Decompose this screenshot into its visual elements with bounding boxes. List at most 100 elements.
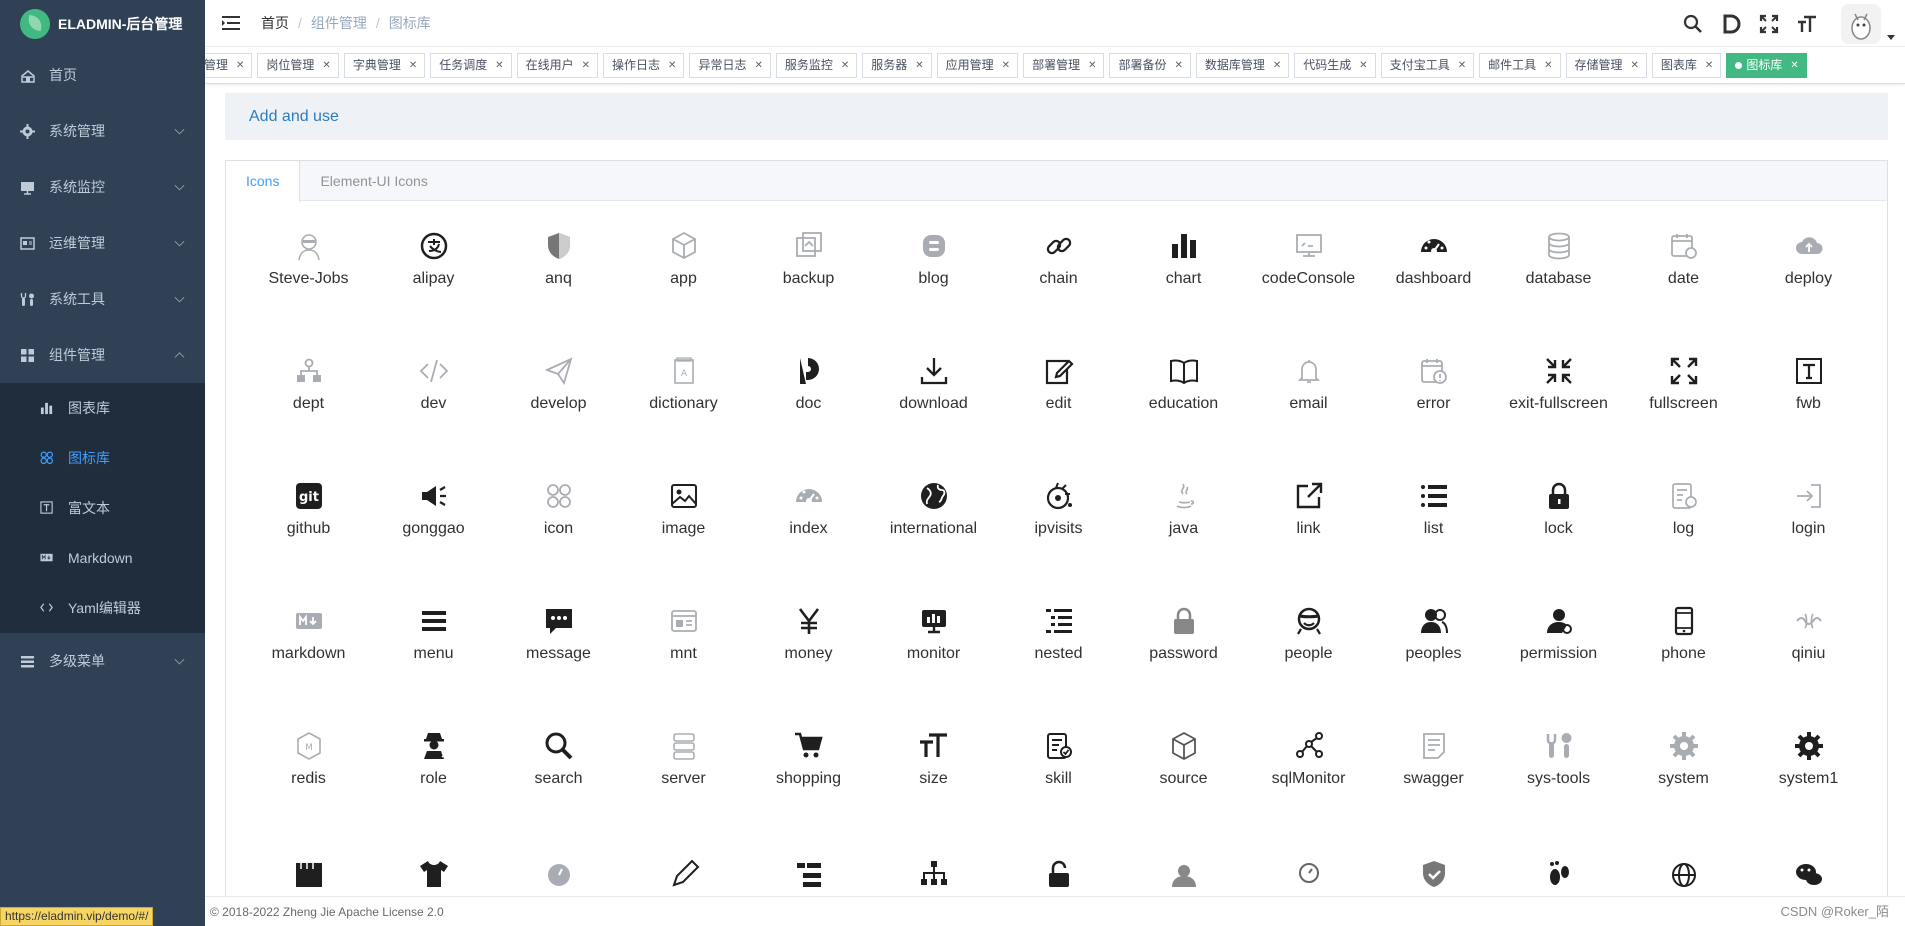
icon-cell[interactable]: nested [996,577,1121,702]
tag-13[interactable]: 数据库管理 ✕ [1195,53,1290,78]
icon-cell[interactable]: fwb [1746,327,1871,452]
icon-cell[interactable]: phone [1621,577,1746,702]
sidebar-item-6[interactable]: 组件管理 [0,327,205,383]
icon-cell[interactable] [1246,827,1371,896]
tag-6[interactable]: 操作日志 ✕ [603,53,685,78]
tag-1[interactable]: 管理 ✕ [205,53,253,78]
icon-cell[interactable] [1496,827,1621,896]
sidebar-subitem-5[interactable]: Yaml编辑器 [0,583,205,633]
icon-cell[interactable]: doc [746,327,871,452]
icon-cell[interactable] [371,827,496,896]
tag-active[interactable]: 图标库 ✕ [1726,53,1807,78]
close-icon[interactable]: ✕ [841,54,849,77]
icon-cell[interactable]: gonggao [371,452,496,577]
caret-down-icon[interactable] [1887,34,1895,40]
tag-16[interactable]: 邮件工具 ✕ [1479,53,1561,78]
tag-18[interactable]: 图表库 ✕ [1651,53,1722,78]
tab-element-ui-icons[interactable]: Element-UI Icons [300,161,447,201]
icon-cell[interactable] [871,827,996,896]
icon-cell[interactable]: system [1621,702,1746,827]
icon-cell[interactable]: download [871,327,996,452]
close-icon[interactable]: ✕ [1359,54,1367,77]
icon-cell[interactable]: error [1371,327,1496,452]
close-icon[interactable]: ✕ [495,54,503,77]
icon-cell[interactable]: link [1246,452,1371,577]
breadcrumb-home[interactable]: 首页 [261,13,289,33]
icon-cell[interactable]: source [1121,702,1246,827]
close-icon[interactable]: ✕ [582,54,590,77]
icon-cell[interactable]: ipvisits [996,452,1121,577]
icon-cell[interactable]: shopping [746,702,871,827]
tag-9[interactable]: 服务器 ✕ [862,53,932,78]
icon-cell[interactable]: system1 [1746,702,1871,827]
sidebar-subitem-3[interactable]: 富文本 [0,483,205,533]
icon-cell[interactable]: deploy [1746,202,1871,327]
icon-cell[interactable]: monitor [871,577,996,702]
hamburger-icon[interactable] [221,13,241,33]
icon-cell[interactable] [1121,827,1246,896]
icon-cell[interactable]: permission [1496,577,1621,702]
close-icon[interactable]: ✕ [1273,54,1281,77]
icon-cell[interactable]: fullscreen [1621,327,1746,452]
icon-cell[interactable]: database [1496,202,1621,327]
icon-cell[interactable]: message [496,577,621,702]
close-icon[interactable]: ✕ [1705,54,1713,77]
icon-cell[interactable]: skill [996,702,1121,827]
icon-cell[interactable]: password [1121,577,1246,702]
icon-cell[interactable]: dashboard [1371,202,1496,327]
tag-14[interactable]: 代码生成 ✕ [1294,53,1376,78]
icon-cell[interactable]: email [1246,327,1371,452]
icon-cell[interactable]: alipay [371,202,496,327]
icon-cell[interactable] [496,827,621,896]
icon-cell[interactable] [1371,827,1496,896]
close-icon[interactable]: ✕ [1544,54,1552,77]
tag-8[interactable]: 服务监控 ✕ [775,53,858,78]
sidebar-item-multilevel[interactable]: 多级菜单 [0,633,205,689]
sidebar-item-4[interactable]: 运维管理 [0,215,205,271]
icon-cell[interactable] [1621,827,1746,896]
sidebar-item-2[interactable]: 系统管理 [0,103,205,159]
sidebar-item-1[interactable]: 首页 [0,47,205,103]
icon-cell[interactable]: A dictionary [621,327,746,452]
icon-cell[interactable]: blog [871,202,996,327]
close-icon[interactable]: ✕ [1088,54,1096,77]
icon-cell[interactable]: dev [371,327,496,452]
close-icon[interactable]: ✕ [409,54,417,77]
icon-cell[interactable]: login [1746,452,1871,577]
icon-cell[interactable]: image [621,452,746,577]
tag-7[interactable]: 异常日志 ✕ [689,53,771,78]
close-icon[interactable]: ✕ [1002,54,1010,77]
sidebar-subitem-2[interactable]: 图标库 [0,433,205,483]
icon-cell[interactable] [621,827,746,896]
add-and-use-link[interactable]: Add and use [225,93,1888,140]
icon-cell[interactable]: server [621,702,746,827]
icon-cell[interactable]: dept [246,327,371,452]
icon-cell[interactable]: index [746,452,871,577]
tag-17[interactable]: 存储管理 ✕ [1565,53,1647,78]
tag-11[interactable]: 部署管理 ✕ [1023,53,1105,78]
icon-cell[interactable]: menu [371,577,496,702]
icon-cell[interactable]: chart [1121,202,1246,327]
icon-cell[interactable]: swagger [1371,702,1496,827]
icon-cell[interactable]: edit [996,327,1121,452]
icon-cell[interactable]: lock [1496,452,1621,577]
tag-12[interactable]: 部署备份 ✕ [1109,53,1191,78]
icon-cell[interactable]: exit-fullscreen [1496,327,1621,452]
icon-cell[interactable]: date [1621,202,1746,327]
tag-4[interactable]: 任务调度 ✕ [430,53,512,78]
sidebar-item-3[interactable]: 系统监控 [0,159,205,215]
close-icon[interactable]: ✕ [322,54,330,77]
tag-2[interactable]: 岗位管理 ✕ [257,53,339,78]
close-icon[interactable]: ✕ [1458,54,1466,77]
icon-cell[interactable]: qiniu [1746,577,1871,702]
close-icon[interactable]: ✕ [915,54,923,77]
logo[interactable]: ELADMIN-后台管理 [0,0,205,47]
icon-cell[interactable]: codeConsole [1246,202,1371,327]
close-icon[interactable]: ✕ [1790,54,1798,77]
tag-5[interactable]: 在线用户 ✕ [516,53,599,78]
icon-cell[interactable]: java [1121,452,1246,577]
icon-cell[interactable]: anq [496,202,621,327]
avatar[interactable] [1841,3,1895,44]
icon-cell[interactable]: list [1371,452,1496,577]
icon-cell[interactable]: develop [496,327,621,452]
